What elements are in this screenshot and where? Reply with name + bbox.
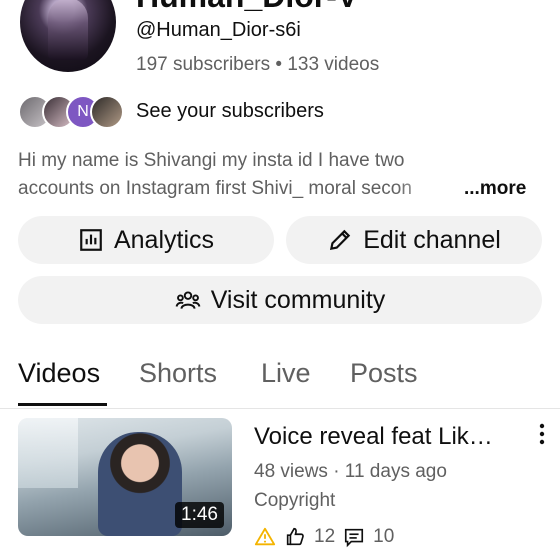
comment-icon	[345, 528, 364, 548]
video-thumbnail[interactable]: 1:46	[18, 418, 232, 536]
channel-description[interactable]: Hi my name is Shivangi my insta id I hav…	[18, 147, 538, 203]
community-icon	[175, 291, 201, 309]
video-stats: 12 10	[254, 523, 394, 551]
channel-name: Human_Dior-V	[136, 0, 358, 15]
channel-avatar[interactable]	[20, 0, 116, 72]
comment-count: 10	[373, 526, 395, 547]
tab-live[interactable]: Live	[261, 358, 311, 389]
thumbs-up-icon	[286, 527, 304, 546]
warning-icon[interactable]	[254, 526, 276, 548]
copyright-label[interactable]: Copyright	[254, 490, 335, 512]
channel-stats: 197 subscribers • 133 videos	[136, 54, 380, 75]
tab-posts[interactable]: Posts	[350, 358, 418, 389]
pencil-icon	[330, 229, 351, 251]
video-title[interactable]: Voice reveal feat Lik…	[254, 423, 524, 451]
video-meta: 48 views · 11 days ago	[254, 461, 447, 482]
visit-community-button[interactable]: Visit community	[18, 276, 542, 324]
analytics-icon	[80, 229, 102, 251]
tab-videos[interactable]: Videos	[18, 358, 100, 389]
analytics-button[interactable]: Analytics	[18, 216, 274, 264]
more-link[interactable]: ...more	[464, 175, 526, 203]
analytics-label: Analytics	[113, 225, 215, 254]
like-count: 12	[314, 526, 336, 547]
subscriber-avatars[interactable]: N	[18, 95, 128, 129]
edit-channel-label: Edit channel	[363, 225, 501, 254]
see-subscribers-link[interactable]: See your subscribers	[136, 100, 324, 123]
description-line: Hi my name is Shivangi my insta id I hav…	[18, 150, 405, 171]
visit-community-label: Visit community	[210, 285, 386, 314]
active-tab-indicator	[18, 403, 107, 406]
description-line: accounts on Instagram first Shivi_ moral…	[18, 178, 412, 199]
channel-handle: @Human_Dior-s6i	[136, 19, 301, 41]
video-duration: 1:46	[175, 502, 224, 528]
edit-channel-button[interactable]: Edit channel	[286, 216, 542, 264]
tab-shorts[interactable]: Shorts	[139, 358, 217, 389]
avatar	[90, 95, 124, 129]
more-vert-icon[interactable]	[532, 422, 552, 446]
channel-tabs: Videos Shorts Live Posts	[0, 358, 560, 409]
